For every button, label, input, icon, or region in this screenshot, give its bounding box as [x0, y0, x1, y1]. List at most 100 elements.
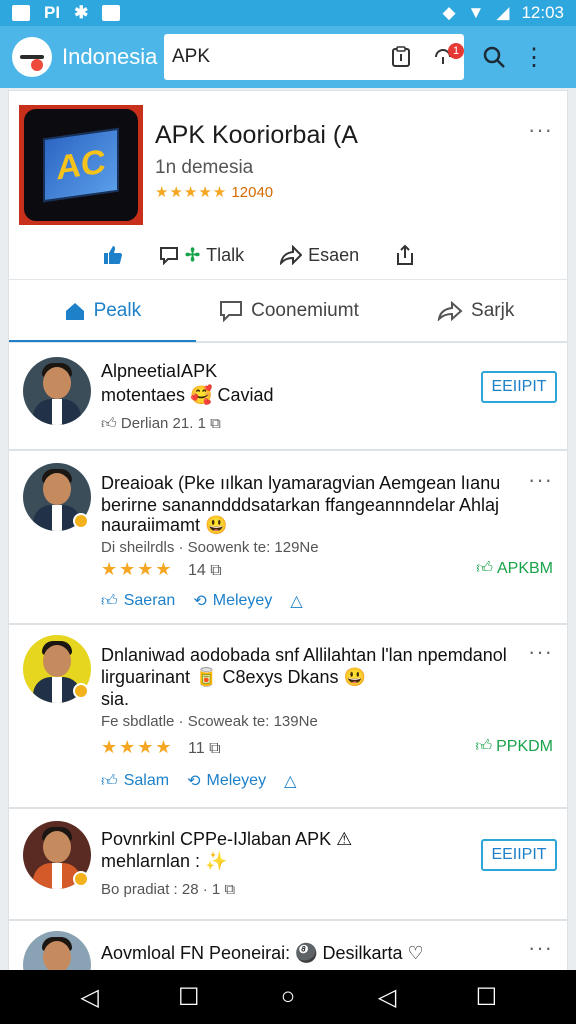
apk-tag[interactable]: 👍︎ PPKDM	[475, 737, 553, 756]
tab-comment[interactable]: Coonemiumt	[196, 280, 383, 342]
app-icon[interactable]: AC	[19, 105, 143, 225]
notification-badge: 1	[448, 43, 464, 59]
more-options-icon[interactable]: ···	[528, 467, 553, 493]
app-icon-logo: AC	[43, 127, 119, 203]
photo-icon	[12, 5, 30, 21]
sync-icon: ✱	[74, 3, 89, 22]
thumbs-up-icon	[104, 246, 122, 264]
post-actions: 👍︎ Salam ⟲ Meleyey △	[101, 771, 296, 791]
post-text-continued: nauraiimamt 😃	[101, 515, 228, 535]
post-rating: ★★★★ 11 ⧉	[101, 737, 221, 758]
tab-share-label: Sarjk	[471, 300, 515, 321]
rating-count: 11	[188, 740, 205, 757]
like-button[interactable]	[101, 244, 123, 266]
post-text-continued: sia.	[101, 689, 130, 709]
rating-stars: ★★★★	[101, 737, 174, 757]
status-bar: PI ✱ ◆ ▼ ◢ 12:03	[0, 0, 576, 26]
like-button[interactable]: 👍︎ Salam	[101, 772, 169, 791]
overflow-menu-icon[interactable]: ⋮	[516, 39, 552, 75]
search-box[interactable]: 1	[164, 34, 464, 80]
repost-label: Meleyey	[206, 772, 267, 789]
signal-icon: ◢	[496, 3, 510, 22]
thumbs-up-icon: 👍︎	[101, 592, 118, 610]
wifi-icon: ▼	[467, 3, 485, 22]
app-logo[interactable]	[12, 37, 52, 77]
post-meta: Bo pradiat : 28 · 1 ⧉	[101, 881, 235, 898]
notification-icon	[102, 5, 121, 21]
back-icon[interactable]: ◁	[70, 977, 110, 1017]
share-label: Esaen	[308, 244, 360, 265]
repost-icon: ⟲	[193, 593, 207, 610]
post-actions: 👍︎ Saeran ⟲ Meleyey △	[101, 591, 303, 611]
post-card[interactable]: Povnrkinl CPPe-IJlaban APK ⚠ mehlarnlan …	[8, 808, 568, 920]
post-meta: 👍︎ Derlian 21. 1 ⧉	[101, 415, 221, 433]
home-button-icon[interactable]: ○	[268, 977, 308, 1017]
post-title[interactable]: Dnlaniwad aodobada snf Allilahtan l'lan …	[101, 645, 507, 666]
status-left: PI ✱	[12, 3, 121, 23]
like-label: Salam	[123, 772, 170, 789]
alert-button[interactable]: △	[290, 591, 302, 611]
like-icon[interactable]: 👍︎	[101, 415, 117, 432]
share-icon	[437, 301, 463, 321]
share-arrow-icon	[280, 245, 303, 265]
upload-icon	[397, 244, 414, 265]
rating-stars: ★★★★★	[155, 184, 228, 201]
share-button[interactable]: Esaen	[280, 245, 359, 266]
location-icon: ◆	[442, 3, 456, 22]
post-meta: Fe sbdlatle · Scoweak te: 139Ne	[101, 713, 318, 730]
thumbs-up-icon: 👍︎	[101, 772, 118, 790]
repost-icon: ⟲	[187, 773, 201, 790]
post-title[interactable]: Povnrkinl CPPe-IJlaban APK ⚠	[101, 829, 352, 850]
repost-button[interactable]: ⟲ Meleyey	[187, 771, 266, 791]
status-right: ◆ ▼ ◢ 12:03	[442, 3, 564, 23]
image-icon: ⧉	[209, 740, 221, 757]
tab-comment-label: Coonemiumt	[251, 300, 359, 321]
edit-button[interactable]: EEIIPIT	[481, 839, 557, 871]
post-text: mehlarnlan : ✨	[101, 851, 228, 871]
apk-tag[interactable]: 👍︎ APKBM	[476, 559, 553, 578]
avatar[interactable]	[23, 357, 91, 425]
like-button[interactable]: 👍︎ Saeran	[101, 592, 175, 611]
verified-badge-icon	[73, 871, 89, 887]
more-options-icon[interactable]: ···	[528, 639, 553, 665]
thumbs-up-icon: 👍︎	[476, 560, 493, 577]
alert-icon: △	[290, 593, 303, 610]
app-subtitle: 1n demesia	[155, 157, 254, 178]
repost-button[interactable]: ⟲ Meleyey	[193, 591, 272, 611]
clipboard-icon[interactable]	[388, 44, 414, 70]
post-title[interactable]: Dreaioak (Pke ıılkan lyamaragvian Aemgea…	[101, 473, 500, 494]
brand-name: Indonesia	[62, 44, 158, 69]
alert-button[interactable]: △	[284, 771, 296, 791]
more-options-icon[interactable]: ···	[528, 935, 553, 961]
post-meta-text: Bo pradiat : 28 · 1	[101, 881, 221, 898]
like-label: Saeran	[123, 592, 176, 609]
more-options-icon[interactable]: ···	[528, 117, 553, 143]
post-text: motentaes 🥰 Caviad	[101, 385, 274, 405]
tab-share[interactable]: Sarjk	[382, 280, 569, 342]
system-nav-bar: ◁ ☐ ○ ◁ ☐	[0, 970, 576, 1024]
recents-icon[interactable]: ☐	[466, 977, 506, 1017]
post-card[interactable]: ··· Dreaioak (Pke ıılkan lyamaragvian Ae…	[8, 450, 568, 624]
post-title[interactable]: AlpneetiaIAPK	[101, 361, 217, 382]
alert-icon: △	[284, 773, 297, 790]
post-card[interactable]: ··· Dnlaniwad aodobada snf Allilahtan l'…	[8, 624, 568, 808]
app-title: APK Kooriorbai (A	[155, 121, 358, 149]
back-icon[interactable]: ◁	[367, 977, 407, 1017]
rating-count: 14	[188, 562, 206, 579]
sparkle-icon: ✢	[185, 244, 201, 265]
comment-icon	[220, 301, 243, 322]
talk-button[interactable]: ✢ Tlalk	[159, 245, 244, 266]
post-meta: Di sheilrdls · Soowenk te: 129Ne	[101, 539, 319, 556]
app-detail-card: AC APK Kooriorbai (A ··· 1n demesia ★★★★…	[8, 90, 569, 343]
search-icon[interactable]	[476, 39, 512, 75]
recents-icon[interactable]: ☐	[169, 977, 209, 1017]
post-text: berirne sananndddsatarkan ffangeannndela…	[101, 495, 499, 515]
upload-button[interactable]	[395, 244, 415, 266]
image-icon: ⧉	[210, 562, 222, 579]
edit-button[interactable]: EEIIPIT	[481, 371, 557, 403]
search-input[interactable]	[172, 46, 362, 68]
tab-bar: Pealk Coonemiumt Sarjk	[9, 279, 569, 343]
tab-peak[interactable]: Pealk	[9, 280, 196, 343]
post-card[interactable]: AlpneetiaIAPK motentaes 🥰 Caviad 👍︎ Derl…	[8, 342, 568, 450]
post-title[interactable]: Aovmloal FN Peoneirai: 🎱 Desilkarta ♡	[101, 943, 424, 964]
